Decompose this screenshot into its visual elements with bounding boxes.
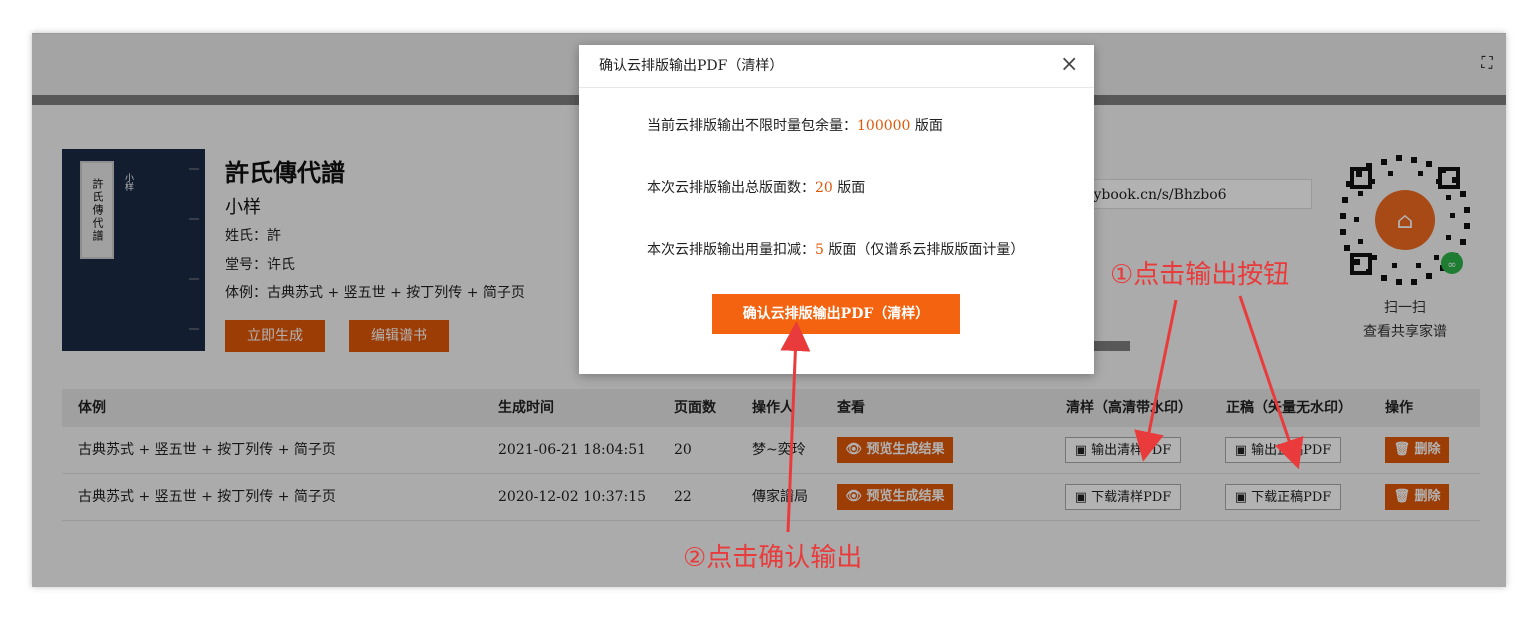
deduction-text: 本次云排版输出用量扣减：5 版面（仅谱系云排版版面计量） [647, 242, 1025, 258]
step1-annotation: ①点击输出按钮 [1110, 260, 1290, 290]
deduction-value: 5 [815, 242, 824, 258]
modal-title: 确认云排版输出PDF（清样） [599, 58, 784, 74]
confirm-modal: 确认云排版输出PDF（清样） × 当前云排版输出不限时量包余量：100000 版… [579, 45, 1094, 374]
quota-remaining-value: 100000 [857, 118, 911, 134]
step2-annotation: ②点击确认输出 [683, 543, 863, 573]
total-pages-value: 20 [815, 180, 833, 196]
modal-header: 确认云排版输出PDF（清样） × [579, 45, 1094, 88]
quota-remaining-text: 当前云排版输出不限时量包余量：100000 版面 [647, 118, 943, 134]
close-icon[interactable]: × [1060, 54, 1078, 76]
confirm-output-button[interactable]: 确认云排版输出PDF（清样） [712, 294, 960, 334]
total-pages-text: 本次云排版输出总版面数：20 版面 [647, 180, 866, 196]
